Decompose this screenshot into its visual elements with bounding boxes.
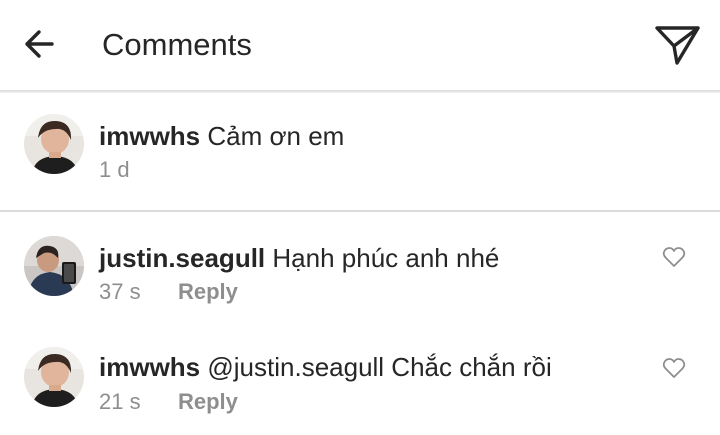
- page-title: Comments: [102, 27, 252, 62]
- caption-text: Cảm ơn em: [207, 121, 345, 151]
- comment-username[interactable]: imwwhs: [99, 352, 200, 382]
- caption-row: imwwhs Cảm ơn em 1 d: [0, 93, 720, 210]
- caption-time: 1 d: [99, 157, 130, 182]
- header-bar: Comments: [0, 0, 720, 90]
- paper-plane-icon[interactable]: [650, 20, 706, 70]
- caption-text-line: imwwhs Cảm ơn em: [99, 120, 344, 152]
- comment-text: @justin.seagull Chắc chắn rồi: [207, 352, 552, 382]
- heart-outline-icon[interactable]: [662, 245, 686, 269]
- avatar[interactable]: [24, 114, 84, 174]
- comment-text: Hạnh phúc anh nhé: [272, 243, 500, 273]
- reply-button[interactable]: Reply: [178, 278, 238, 306]
- comment-text-line: imwwhs @justin.seagull Chắc chắn rồi: [99, 351, 552, 383]
- avatar[interactable]: [24, 236, 84, 296]
- comment-row: imwwhs @justin.seagull Chắc chắn rồi 21 …: [0, 322, 720, 435]
- caption-username[interactable]: imwwhs: [99, 121, 200, 151]
- comment-text-line: justin.seagull Hạnh phúc anh nhé: [99, 242, 499, 274]
- avatar[interactable]: [24, 347, 84, 407]
- comment-row: justin.seagull Hạnh phúc anh nhé 37 s Re…: [0, 212, 720, 322]
- comment-username[interactable]: justin.seagull: [99, 243, 265, 273]
- comment-time: 21 s: [99, 389, 141, 414]
- reply-button[interactable]: Reply: [178, 388, 238, 416]
- heart-outline-icon[interactable]: [662, 356, 686, 380]
- arrow-left-icon[interactable]: [20, 24, 60, 64]
- comment-time: 37 s: [99, 279, 141, 304]
